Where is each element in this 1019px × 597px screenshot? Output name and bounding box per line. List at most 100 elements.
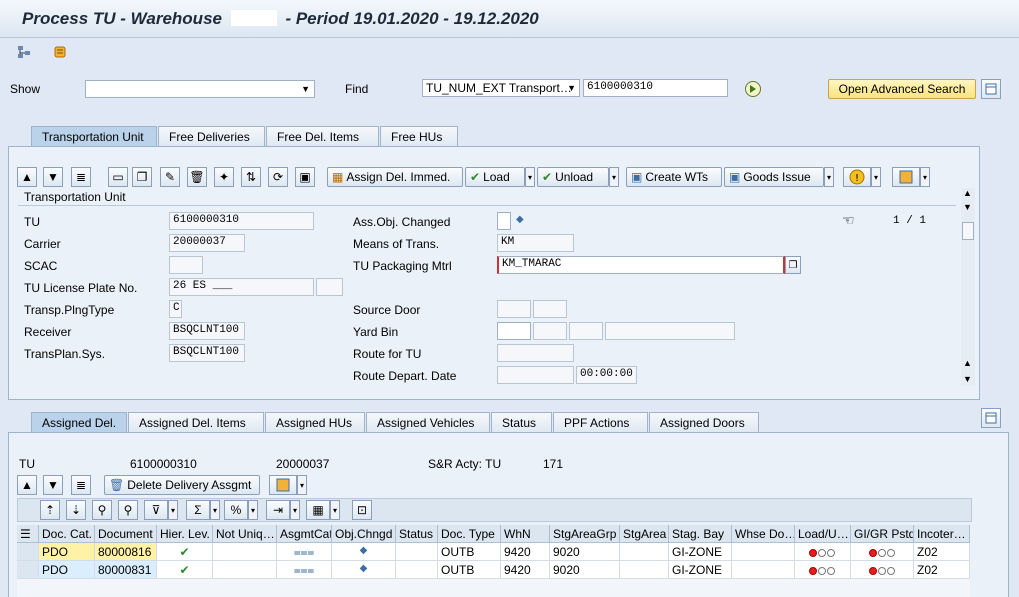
cell-document[interactable]: 80000816	[95, 543, 157, 561]
yard-bin-field-2[interactable]	[533, 322, 567, 340]
col-stag-bay[interactable]: Stag. Bay	[669, 525, 732, 543]
col-whn[interactable]: WhN	[501, 525, 550, 543]
col-load-u[interactable]: Load/U…	[795, 525, 851, 543]
copy-icon[interactable]: ❐	[132, 167, 152, 187]
details-icon[interactable]: ≣	[71, 475, 91, 495]
tab-free-del-items[interactable]: Free Del. Items	[266, 126, 379, 146]
cell-stg-area-grp[interactable]: 9020	[550, 561, 620, 579]
col-obj-chngd[interactable]: Obj.Chngd	[332, 525, 396, 543]
details-view-icon[interactable]: ⊡	[352, 500, 372, 520]
receiver-field[interactable]: BSQCLNT100	[169, 322, 245, 340]
cell-doc-cat[interactable]: PDO	[39, 561, 95, 579]
find-icon[interactable]: ⚲	[92, 500, 112, 520]
tab-status[interactable]: Status	[491, 412, 552, 432]
row-selector[interactable]	[17, 543, 39, 561]
sort-descending-icon[interactable]: ⇣	[66, 500, 86, 520]
unload-menu-icon[interactable]: ▾	[609, 167, 619, 187]
load-menu-icon[interactable]: ▾	[525, 167, 535, 187]
open-advanced-search-button[interactable]: Open Advanced Search	[828, 79, 976, 99]
alert-icon[interactable]: !	[843, 167, 871, 187]
execute-icon[interactable]	[744, 80, 762, 98]
route-field[interactable]	[497, 344, 574, 362]
print-menu-icon[interactable]: ▾	[920, 167, 930, 187]
delete-icon[interactable]: 🗑	[187, 167, 207, 187]
cell-not-uniq[interactable]	[213, 543, 277, 561]
col-doc-type[interactable]: Doc. Type	[438, 525, 501, 543]
license-plate-country-field[interactable]	[316, 278, 343, 296]
tab-ppf-actions[interactable]: PPF Actions	[553, 412, 648, 432]
scac-field[interactable]	[169, 256, 203, 274]
cell-status[interactable]	[396, 543, 438, 561]
refresh-icon[interactable]: ⟳	[268, 167, 288, 187]
col-not-uniq[interactable]: Not Uniq…	[213, 525, 277, 543]
copy-icon[interactable]: ❐	[785, 256, 801, 274]
scroll-down-icon[interactable]: ▼	[963, 374, 972, 384]
cell-document[interactable]: 80000831	[95, 561, 157, 579]
col-document[interactable]: Document	[95, 525, 157, 543]
tab-assigned-del-items[interactable]: Assigned Del. Items	[128, 412, 264, 432]
scroll-thumb[interactable]	[962, 222, 974, 240]
route-depart-date-field[interactable]	[497, 366, 574, 384]
transfer-icon[interactable]: ⇅	[241, 167, 261, 187]
hierarchy-icon[interactable]: ⩶	[277, 561, 332, 579]
col-hier-lev[interactable]: Hier. Lev.	[157, 525, 213, 543]
goods-issue-button[interactable]: ▣ Goods Issue	[724, 167, 824, 187]
filter-icon[interactable]: ⊽	[144, 500, 168, 520]
tree-icon[interactable]	[16, 44, 32, 60]
scroll-icon[interactable]	[52, 44, 68, 60]
tab-assigned-del[interactable]: Assigned Del.	[31, 412, 127, 432]
layout-menu-icon[interactable]: ▾	[330, 500, 340, 520]
scroll-up-icon[interactable]: ▲	[17, 475, 37, 495]
tu-scrollbar[interactable]: ▲ ▼ ▲ ▼	[961, 188, 975, 386]
save-icon[interactable]: ▣	[295, 167, 315, 187]
col-gi-gr-pstd[interactable]: GI/GR Pstd	[851, 525, 914, 543]
scroll-down-icon[interactable]: ▼	[43, 475, 63, 495]
wand-icon[interactable]: ✦	[214, 167, 234, 187]
transplan-sys-field[interactable]: BSQCLNT100	[169, 344, 245, 362]
create-wts-button[interactable]: ▣ Create WTs	[626, 167, 722, 187]
subtotal-icon[interactable]: %	[224, 500, 248, 520]
hierarchy-icon[interactable]: ⩶	[277, 543, 332, 561]
col-incoterm[interactable]: Incoter…	[914, 525, 970, 543]
pointer-hand-icon[interactable]: ☜	[842, 212, 855, 229]
layout-icon[interactable]	[981, 79, 1001, 99]
print-icon[interactable]	[892, 167, 920, 187]
cell-whse-do[interactable]	[732, 561, 795, 579]
scroll-up-icon[interactable]: ▲	[17, 167, 37, 187]
tab-transportation-unit[interactable]: Transportation Unit	[31, 126, 157, 146]
subtotal-menu-icon[interactable]: ▾	[248, 500, 258, 520]
tab-free-hus[interactable]: Free HUs	[380, 126, 458, 146]
col-stg-area[interactable]: StgArea	[620, 525, 669, 543]
tab-assigned-doors[interactable]: Assigned Doors	[649, 412, 759, 432]
edit-icon[interactable]: ✎	[160, 167, 180, 187]
license-plate-field[interactable]: 26 ES ___	[169, 278, 314, 296]
details-icon[interactable]: ≣	[71, 167, 91, 187]
tu-field[interactable]: 6100000310	[169, 212, 314, 230]
source-door-field-2[interactable]	[533, 300, 567, 318]
print-icon[interactable]	[269, 475, 297, 495]
packaging-field[interactable]: KM_TMARAC	[497, 256, 785, 274]
scroll-down-icon[interactable]: ▼	[43, 167, 63, 187]
cell-stg-area[interactable]	[620, 561, 669, 579]
sum-menu-icon[interactable]: ▾	[210, 500, 220, 520]
cell-whn[interactable]: 9420	[501, 543, 550, 561]
cell-whse-do[interactable]	[732, 543, 795, 561]
means-of-trans-field[interactable]: KM	[497, 234, 574, 252]
goods-issue-menu-icon[interactable]: ▾	[824, 167, 834, 187]
carrier-field[interactable]: 20000037	[169, 234, 245, 252]
load-button[interactable]: ✔ Load	[465, 167, 525, 187]
show-dropdown[interactable]: ▼	[85, 80, 315, 98]
yard-bin-field-4[interactable]	[605, 322, 735, 340]
cell-stag-bay[interactable]: GI-ZONE	[669, 543, 732, 561]
layout-icon[interactable]	[981, 408, 1001, 428]
assign-del-immed-button[interactable]: ▦ Assign Del. Immed.	[327, 167, 463, 187]
col-asgmt-cat[interactable]: AsgmtCat	[277, 525, 332, 543]
scroll-down-icon[interactable]: ▼	[963, 202, 972, 212]
col-stg-area-grp[interactable]: StgAreaGrp	[550, 525, 620, 543]
find-next-icon[interactable]: ⚲	[118, 500, 138, 520]
tab-assigned-hus[interactable]: Assigned HUs	[265, 412, 365, 432]
ass-obj-changed-checkbox[interactable]	[497, 212, 511, 230]
cell-incoterm[interactable]: Z02	[914, 561, 970, 579]
find-input[interactable]: 6100000310	[583, 79, 728, 97]
cell-not-uniq[interactable]	[213, 561, 277, 579]
